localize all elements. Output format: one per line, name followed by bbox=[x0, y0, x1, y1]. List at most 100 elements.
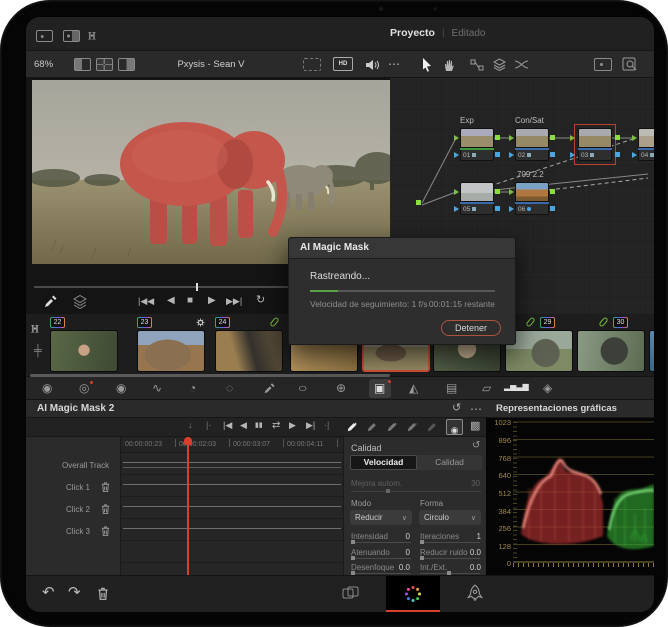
eraser-pen-icon[interactable] bbox=[426, 421, 438, 433]
mode-dropdown[interactable]: Reducir ∨ bbox=[350, 510, 412, 525]
clip-thumbnail-23[interactable] bbox=[137, 330, 205, 372]
lut-gallery-icon[interactable] bbox=[594, 58, 612, 71]
qualifier-icon[interactable]: ◔ bbox=[189, 382, 196, 394]
param-slider[interactable] bbox=[351, 573, 411, 574]
mark-out-icon[interactable]: ·| bbox=[324, 421, 329, 430]
node-03-selected[interactable]: 03 bbox=[578, 128, 612, 161]
overlay-toggle[interactable]: ◉ bbox=[446, 419, 463, 435]
next-clip-button[interactable]: ▶▶| bbox=[226, 297, 242, 306]
power-window-icon[interactable]: ○ bbox=[298, 382, 308, 394]
playhead-marker[interactable] bbox=[184, 437, 192, 445]
param-value[interactable]: 1 bbox=[457, 532, 481, 541]
delete-track-icon[interactable] bbox=[100, 525, 111, 537]
param-slider[interactable] bbox=[420, 542, 480, 543]
panel-options-icon[interactable]: ⋯ bbox=[470, 403, 482, 415]
track-keyframe-line[interactable] bbox=[123, 506, 341, 507]
node-05[interactable]: 05 bbox=[460, 182, 494, 215]
pause-track-icon[interactable]: ▮▮ bbox=[255, 422, 263, 429]
edit-page-icon[interactable] bbox=[342, 586, 360, 601]
primaries-icon[interactable]: ◎ bbox=[79, 382, 89, 394]
search-effects-icon[interactable] bbox=[622, 57, 639, 72]
eyedropper-icon[interactable] bbox=[42, 294, 57, 309]
node-01[interactable]: 01 bbox=[460, 128, 494, 161]
node-06[interactable]: 06 bbox=[515, 182, 549, 215]
auto-improve-slider[interactable] bbox=[351, 491, 481, 492]
track-keyframe-line[interactable] bbox=[123, 467, 341, 468]
delete-icon[interactable] bbox=[96, 586, 110, 601]
layers-diamond-icon[interactable]: ◈ bbox=[543, 382, 552, 394]
tab-velocidad[interactable]: Velocidad bbox=[350, 455, 417, 470]
track-import-icon[interactable]: ↓ bbox=[188, 421, 193, 430]
clip-thumbnail-30[interactable] bbox=[649, 330, 654, 372]
blur-icon[interactable]: ◌ bbox=[226, 382, 233, 394]
param-value[interactable]: 0 bbox=[386, 548, 410, 557]
gallery-grid-icon[interactable] bbox=[63, 30, 80, 42]
play-button[interactable]: ▶ bbox=[208, 296, 216, 306]
mark-in-icon[interactable]: |· bbox=[206, 421, 211, 430]
zoom-level[interactable]: 68% bbox=[34, 59, 53, 70]
clips-strip-icon[interactable]: ][▪][ bbox=[88, 32, 95, 40]
view-single-icon[interactable] bbox=[74, 58, 91, 71]
clip-name[interactable]: Pxysis - Sean V bbox=[136, 59, 286, 70]
prev-clip-button[interactable]: |◀◀ bbox=[138, 297, 154, 306]
delete-track-icon[interactable] bbox=[100, 503, 111, 515]
track-keyframe-line[interactable] bbox=[123, 528, 341, 529]
param-value[interactable]: 0.0 bbox=[386, 563, 410, 572]
mixer-curves-icon[interactable] bbox=[514, 58, 529, 71]
scopes-histogram-icon[interactable]: ▂▅▃▆ bbox=[504, 382, 529, 391]
clip-thumbnail-24[interactable] bbox=[215, 330, 283, 372]
clip-thumbnail-22[interactable] bbox=[50, 330, 118, 372]
clips-panel-icon[interactable]: ][▪][ bbox=[31, 325, 38, 333]
track-row-label[interactable]: Overall Track bbox=[62, 461, 109, 470]
timeline-ruler[interactable]: 00:00:00:23 00:00:02:03 00:00:03:07 00:0… bbox=[121, 437, 343, 453]
param-value[interactable]: 0 bbox=[386, 532, 410, 541]
reset-icon[interactable]: ↺ bbox=[452, 403, 461, 414]
loop-button[interactable]: ↻ bbox=[256, 295, 265, 306]
view-split-icon[interactable] bbox=[118, 58, 135, 71]
sizing-icon[interactable]: ▱ bbox=[482, 382, 491, 394]
track-row-label[interactable]: Click 1 bbox=[66, 483, 90, 492]
timeline-playhead[interactable] bbox=[187, 437, 189, 575]
param-handle[interactable] bbox=[420, 540, 424, 544]
param-value[interactable]: 0.0 bbox=[457, 563, 481, 572]
track-row-label[interactable]: Click 2 bbox=[66, 505, 90, 514]
shape-dropdown[interactable]: Circulo ∨ bbox=[419, 510, 481, 525]
more-options-icon[interactable]: ⋯ bbox=[388, 58, 400, 70]
magic-mask-icon[interactable]: ▣ bbox=[374, 382, 385, 394]
deliver-page-icon[interactable] bbox=[466, 584, 484, 603]
tracker-icon[interactable]: ⊕ bbox=[336, 382, 346, 394]
track-to-start-icon[interactable]: |◀ bbox=[223, 421, 232, 430]
track-row-label[interactable]: Click 3 bbox=[66, 527, 90, 536]
graph-input-connector[interactable] bbox=[416, 200, 421, 205]
param-handle[interactable] bbox=[351, 556, 355, 560]
track-keyframe-line[interactable] bbox=[123, 462, 341, 463]
hdr-wheels-icon[interactable]: ◉ bbox=[116, 382, 126, 394]
gallery-stills-icon[interactable] bbox=[36, 30, 53, 42]
node-04[interactable]: 04 bbox=[638, 128, 654, 161]
speaker-icon[interactable] bbox=[364, 57, 380, 73]
track-keyframe-line[interactable] bbox=[123, 484, 341, 485]
add-point-pen-icon[interactable] bbox=[386, 421, 398, 433]
noise-reduction-icon[interactable]: ◭ bbox=[409, 382, 418, 394]
play-reverse-button[interactable]: ◀ bbox=[167, 296, 175, 306]
param-handle[interactable] bbox=[351, 540, 355, 544]
color-wheels-icon[interactable]: ◉ bbox=[42, 382, 52, 394]
view-grid-icon[interactable] bbox=[96, 58, 113, 71]
settings-reset-icon[interactable]: ↺ bbox=[472, 441, 480, 451]
track-reverse-icon[interactable]: ◀ bbox=[240, 421, 247, 430]
param-slider[interactable] bbox=[351, 542, 411, 543]
scrubber-playhead[interactable] bbox=[196, 283, 198, 291]
param-slider[interactable] bbox=[420, 558, 480, 559]
param-slider[interactable] bbox=[351, 558, 411, 559]
node-link-icon[interactable] bbox=[470, 59, 484, 71]
param-value[interactable]: 0.0 bbox=[457, 548, 481, 557]
cursor-tool-icon[interactable] bbox=[420, 57, 435, 72]
track-to-end-icon[interactable]: ▶| bbox=[306, 421, 315, 430]
auto-improve-handle[interactable] bbox=[386, 489, 390, 493]
picker-icon[interactable] bbox=[262, 382, 275, 395]
param-handle[interactable] bbox=[420, 556, 424, 560]
hd-monitor-icon[interactable]: HD bbox=[333, 57, 353, 71]
add-stroke-pen-icon[interactable] bbox=[346, 421, 358, 433]
dialog-titlebar[interactable]: AI Magic Mask bbox=[289, 238, 515, 259]
stop-button[interactable]: Detener bbox=[441, 320, 501, 336]
